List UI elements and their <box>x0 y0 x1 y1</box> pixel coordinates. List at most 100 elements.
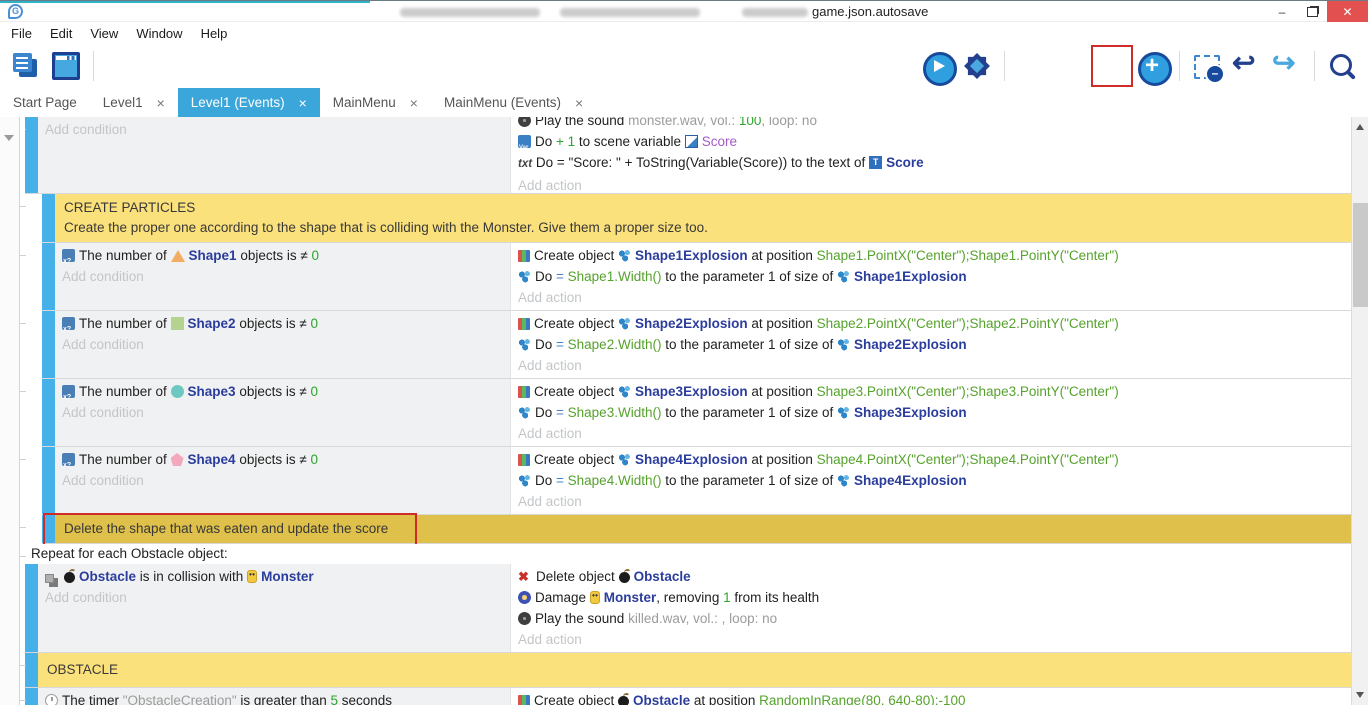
add-action-button[interactable]: Add action <box>511 491 1351 512</box>
menu-help[interactable]: Help <box>192 26 237 41</box>
add-condition-button[interactable]: Add condition <box>55 402 510 423</box>
event-row[interactable]: The number of Shape4 objects is ≠ 0Add c… <box>42 447 1351 515</box>
add-condition-button[interactable]: Add condition <box>38 119 510 140</box>
comment-row[interactable]: CREATE PARTICLESCreate the proper one ac… <box>42 194 1351 243</box>
add-event-icon[interactable] <box>1015 49 1049 83</box>
redo-icon[interactable] <box>1270 49 1304 83</box>
add-comment-icon[interactable] <box>1095 49 1129 83</box>
vertical-scrollbar[interactable] <box>1351 117 1368 705</box>
collapse-event-icon[interactable] <box>4 135 14 141</box>
event-row[interactable]: The number of Shape1 objects is ≠ 0Add c… <box>42 243 1351 311</box>
action-line[interactable]: Create object Shape4Explosion at positio… <box>511 449 1351 470</box>
create-object-icon <box>518 386 530 398</box>
tab-mainmenu[interactable]: MainMenu× <box>320 88 431 117</box>
event-body: The number of Shape2 objects is ≠ 0Add c… <box>42 311 1351 378</box>
maximize-button[interactable] <box>1297 1 1327 22</box>
add-condition-button[interactable]: Add condition <box>38 587 510 608</box>
foreach-event-row[interactable]: Repeat for each Obstacle object:Obstacle… <box>25 544 1351 653</box>
project-manager-icon[interactable] <box>9 49 43 83</box>
tab-level1[interactable]: Level1× <box>90 88 178 117</box>
add-circle-icon[interactable] <box>1135 49 1169 83</box>
action-line[interactable]: Play the sound killed.wav, vol.: , loop:… <box>511 608 1351 629</box>
event-drag-bar[interactable] <box>42 515 55 543</box>
action-line[interactable]: Create object Shape2Explosion at positio… <box>511 313 1351 334</box>
add-subevent-icon[interactable] <box>1055 49 1089 83</box>
menu-edit[interactable]: Edit <box>41 26 81 41</box>
add-action-button[interactable]: Add action <box>511 287 1351 308</box>
action-line[interactable]: Damage Monster, removing 1 from its heal… <box>511 587 1351 608</box>
debug-icon[interactable] <box>960 49 994 83</box>
close-button[interactable]: ✕ <box>1327 1 1368 22</box>
tab-start-page[interactable]: Start Page <box>0 88 90 117</box>
tab-close-icon[interactable]: × <box>575 95 583 111</box>
action-line[interactable]: Create object Obstacle at position Rando… <box>511 690 1351 705</box>
search-icon[interactable] <box>1325 49 1359 83</box>
text-segment: Create object <box>534 316 618 331</box>
add-action-button[interactable]: Add action <box>511 423 1351 444</box>
condition-line[interactable]: The number of Shape2 objects is ≠ 0 <box>55 313 510 334</box>
event-drag-bar[interactable] <box>25 117 38 194</box>
condition-line[interactable]: The number of Shape3 objects is ≠ 0 <box>55 381 510 402</box>
event-drag-bar[interactable] <box>25 653 38 687</box>
undo-icon[interactable] <box>1230 49 1264 83</box>
tab-level1-events[interactable]: Level1 (Events)× <box>178 88 320 117</box>
scene-editor-icon[interactable] <box>49 49 83 83</box>
remove-selection-icon[interactable] <box>1190 49 1224 83</box>
play-icon[interactable] <box>920 49 954 83</box>
event-row[interactable]: The number of Shape3 objects is ≠ 0Add c… <box>42 379 1351 447</box>
menu-window[interactable]: Window <box>127 26 191 41</box>
text-segment: seconds <box>338 693 392 705</box>
add-action-button[interactable]: Add action <box>511 175 1351 194</box>
action-line[interactable]: Create object Shape3Explosion at positio… <box>511 381 1351 402</box>
text-segment: Shape3Explosion <box>635 384 748 399</box>
scrollbar-thumb[interactable] <box>1353 203 1368 307</box>
event-body: Obstacle is in collision with MonsterAdd… <box>25 564 1351 652</box>
tab-close-icon[interactable]: × <box>157 95 165 111</box>
action-line[interactable]: Delete object Obstacle <box>511 566 1351 587</box>
event-drag-bar[interactable] <box>42 447 55 514</box>
menu-view[interactable]: View <box>81 26 127 41</box>
condition-line[interactable]: The number of Shape4 objects is ≠ 0 <box>55 449 510 470</box>
add-action-button[interactable]: Add action <box>511 629 1351 650</box>
tab-mainmenu-events[interactable]: MainMenu (Events)× <box>431 88 596 117</box>
text-segment: Create object <box>534 248 618 263</box>
action-line[interactable]: Do = Shape2.Width() to the parameter 1 o… <box>511 334 1351 355</box>
event-drag-bar[interactable] <box>42 311 55 378</box>
action-line[interactable]: txt Do = "Score: " + ToString(Variable(S… <box>511 152 1351 175</box>
add-condition-button[interactable]: Add condition <box>55 470 510 491</box>
count-icon <box>62 317 75 330</box>
action-line[interactable]: Do = Shape1.Width() to the parameter 1 o… <box>511 266 1351 287</box>
event-drag-bar[interactable] <box>42 243 55 310</box>
scroll-up-icon[interactable] <box>1356 124 1364 130</box>
condition-line[interactable]: Obstacle is in collision with Monster <box>38 566 510 587</box>
event-drag-bar[interactable] <box>42 194 55 242</box>
condition-line[interactable]: The number of Shape1 objects is ≠ 0 <box>55 245 510 266</box>
action-line[interactable]: Play the sound monster.wav, vol.: 100, l… <box>511 117 1351 131</box>
event-drag-bar[interactable] <box>25 564 38 652</box>
action-line[interactable]: Create object Shape1Explosion at positio… <box>511 245 1351 266</box>
add-condition-button[interactable]: Add condition <box>55 334 510 355</box>
action-line[interactable]: Do = Shape3.Width() to the parameter 1 o… <box>511 402 1351 423</box>
event-row[interactable]: The number of Shape2 objects is ≠ 0Add c… <box>42 311 1351 379</box>
event-drag-bar[interactable] <box>42 379 55 446</box>
comment-row[interactable]: OBSTACLE <box>25 653 1351 688</box>
text-segment: objects is <box>236 384 300 399</box>
event-row[interactable]: The timer "ObstacleCreation" is greater … <box>25 688 1351 705</box>
action-line[interactable]: Do + 1 to scene variable Score <box>511 131 1351 152</box>
scroll-down-icon[interactable] <box>1356 692 1364 698</box>
add-condition-button[interactable]: Add condition <box>55 266 510 287</box>
toolbar-separator <box>1179 51 1180 81</box>
event-drag-bar[interactable] <box>25 688 38 705</box>
minimize-button[interactable]: – <box>1267 1 1297 22</box>
tab-close-icon[interactable]: × <box>299 95 307 111</box>
tab-close-icon[interactable]: × <box>410 95 418 111</box>
event-row[interactable]: Add conditionPlay the sound monster.wav,… <box>25 117 1351 194</box>
condition-line[interactable]: The timer "ObstacleCreation" is greater … <box>38 690 510 705</box>
foreach-header[interactable]: Repeat for each Obstacle object: <box>25 544 1351 564</box>
actions-column: Create object Shape4Explosion at positio… <box>510 447 1351 514</box>
menu-file[interactable]: File <box>2 26 41 41</box>
comment-row[interactable]: Delete the shape that was eaten and upda… <box>42 515 1351 544</box>
action-line[interactable]: Do = Shape4.Width() to the parameter 1 o… <box>511 470 1351 491</box>
add-action-button[interactable]: Add action <box>511 355 1351 376</box>
toolbar-separator <box>1004 51 1005 81</box>
